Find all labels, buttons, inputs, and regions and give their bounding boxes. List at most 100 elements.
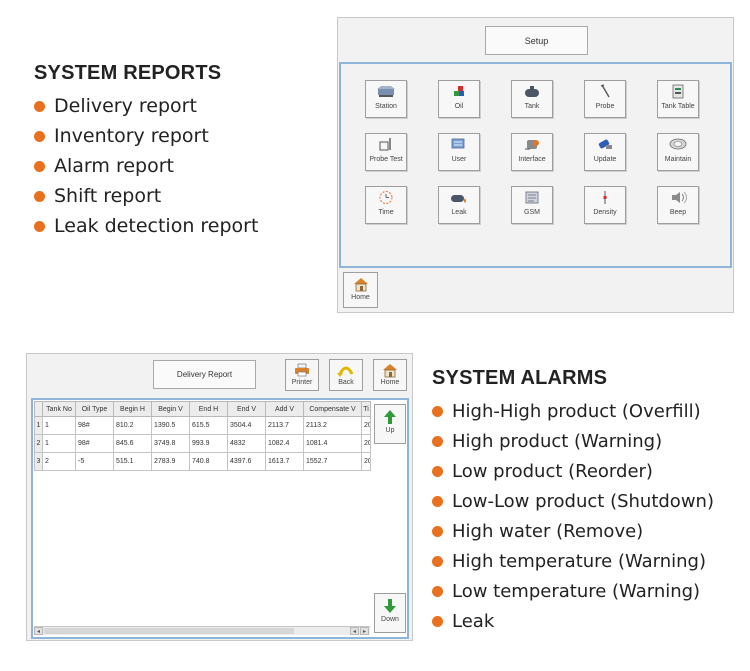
report-title-button[interactable]: Delivery Report (153, 360, 256, 389)
table-cell: 3749.8 (151, 434, 190, 453)
table-cell: 1552.7 (303, 452, 362, 471)
bullet-icon (432, 525, 443, 537)
gsm-icon (525, 191, 539, 204)
home-button[interactable]: Home (343, 272, 378, 308)
scroll-right-icon[interactable]: ▸ (360, 627, 369, 635)
bullet-icon (34, 160, 45, 172)
table-cell: 1390.5 (151, 416, 190, 435)
bullet-icon (432, 495, 443, 507)
column-header[interactable]: Begin H (113, 401, 152, 417)
row-number: 3 (34, 452, 43, 471)
table-cell: 1081.4 (303, 434, 362, 453)
list-item: Leak detection report (34, 211, 258, 241)
list-item: High product (Warning) (432, 426, 714, 456)
beep-icon (672, 191, 687, 204)
scrollbar-thumb[interactable] (44, 628, 294, 634)
column-header[interactable]: End H (189, 401, 228, 417)
list-item: Alarm report (34, 151, 258, 181)
list-item: High temperature (Warning) (432, 546, 714, 576)
column-header[interactable]: Oil Type (75, 401, 114, 417)
bullet-icon (34, 130, 45, 142)
row-number: 2 (34, 434, 43, 453)
update-button[interactable]: Update (584, 133, 626, 171)
setup-title-button[interactable]: Setup (485, 26, 588, 55)
table-cell: 1 (42, 416, 76, 435)
list-item: Low temperature (Warning) (432, 576, 714, 606)
bullet-icon (432, 405, 443, 417)
density-button[interactable]: Density (584, 186, 626, 224)
report-home-button[interactable]: Home (373, 359, 407, 391)
interface-button[interactable]: Interface (511, 133, 553, 171)
list-item: Delivery report (34, 91, 258, 121)
table-cell: 2783.9 (151, 452, 190, 471)
column-header[interactable]: Begin V (151, 401, 190, 417)
system-alarms-list: SYSTEM ALARMS High-High product (Overfil… (432, 367, 714, 636)
list-item: Low-Low product (Shutdown) (432, 486, 714, 516)
time-button[interactable]: Time (365, 186, 407, 224)
arrow-up-icon (384, 410, 396, 424)
delivery-report-table: Tank No Oil Type Begin H Begin V End H E… (34, 401, 371, 471)
oil-button[interactable]: Oil (438, 80, 480, 118)
bullet-icon (34, 100, 45, 112)
maintain-button[interactable]: Maintain (657, 133, 699, 171)
down-button[interactable]: Down (374, 593, 406, 633)
station-button[interactable]: Station (365, 80, 407, 118)
horizontal-scrollbar[interactable]: ◂ ◂ ▸ (34, 626, 370, 635)
system-reports-list: SYSTEM REPORTS Delivery report Inventory… (34, 62, 258, 241)
system-reports-title: SYSTEM REPORTS (34, 62, 222, 84)
leak-button[interactable]: Leak (438, 186, 480, 224)
probe-button[interactable]: Probe (584, 80, 626, 118)
bullet-icon (432, 555, 443, 567)
column-header[interactable]: Tank No (42, 401, 76, 417)
column-header[interactable]: Ti (361, 401, 371, 417)
bullet-icon (34, 220, 45, 232)
interface-icon (525, 140, 539, 150)
home-icon (383, 364, 397, 378)
tank-table-button[interactable]: Tank Table (657, 80, 699, 118)
arrow-down-icon (384, 599, 396, 613)
delivery-table-frame: Tank No Oil Type Begin H Begin V End H E… (31, 398, 409, 639)
table-cell: 810.2 (113, 416, 152, 435)
table-cell: 993.9 (189, 434, 228, 453)
column-header[interactable]: Add V (265, 401, 304, 417)
gsm-button[interactable]: GSM (511, 186, 553, 224)
up-button[interactable]: Up (374, 404, 406, 444)
table-cell: 740.8 (189, 452, 228, 471)
table-cell: 1613.7 (265, 452, 304, 471)
table-row[interactable]: 2 1 98# 845.6 3749.8 993.9 4832 1082.4 1… (34, 434, 371, 453)
probe-test-button[interactable]: Probe Test (365, 133, 407, 171)
list-item: High-High product (Overfill) (432, 396, 714, 426)
column-header[interactable]: End V (227, 401, 266, 417)
setup-screen: Setup Station Oil Tank Probe Tank Table … (337, 17, 734, 313)
bullet-icon (432, 435, 443, 447)
tank-icon (525, 86, 539, 97)
density-icon (603, 191, 607, 204)
user-button[interactable]: User (438, 133, 480, 171)
list-item: High water (Remove) (432, 516, 714, 546)
table-cell: 20 (361, 434, 371, 453)
table-row[interactable]: 3 2 -5 515.1 2783.9 740.8 4397.6 1613.7 … (34, 452, 371, 471)
table-cell: 98# (75, 434, 114, 453)
beep-button[interactable]: Beep (657, 186, 699, 224)
tank-button[interactable]: Tank (511, 80, 553, 118)
table-cell: 1 (42, 434, 76, 453)
time-icon (379, 191, 393, 204)
system-alarms-title: SYSTEM ALARMS (432, 367, 608, 389)
table-cell: 2113.2 (303, 416, 362, 435)
scroll-left-icon[interactable]: ◂ (350, 627, 359, 635)
printer-icon (295, 363, 309, 377)
table-row[interactable]: 1 1 98# 810.2 1390.5 615.5 3504.4 2113.7… (34, 416, 371, 435)
probe-test-icon (379, 138, 391, 151)
user-icon (451, 138, 465, 149)
leak-icon (451, 195, 466, 203)
list-item: Low product (Reorder) (432, 456, 714, 486)
printer-button[interactable]: Printer (285, 359, 319, 391)
station-icon (377, 86, 395, 97)
column-header[interactable]: Compensate V (303, 401, 362, 417)
table-cell: 515.1 (113, 452, 152, 471)
table-cell: -5 (75, 452, 114, 471)
back-button[interactable]: Back (329, 359, 363, 391)
scroll-left-icon[interactable]: ◂ (34, 627, 43, 635)
list-item: Inventory report (34, 121, 258, 151)
home-icon (353, 278, 368, 292)
